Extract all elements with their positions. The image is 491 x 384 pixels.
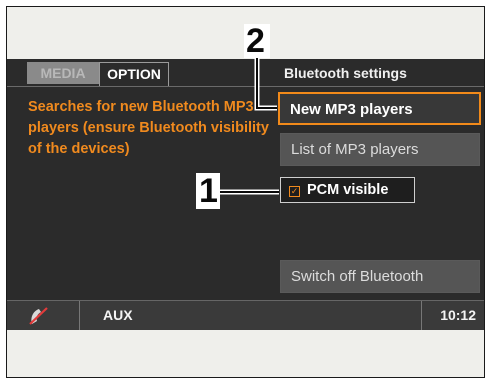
callout-2-label: 2 <box>246 22 265 60</box>
callout-1-label: 1 <box>199 172 218 210</box>
